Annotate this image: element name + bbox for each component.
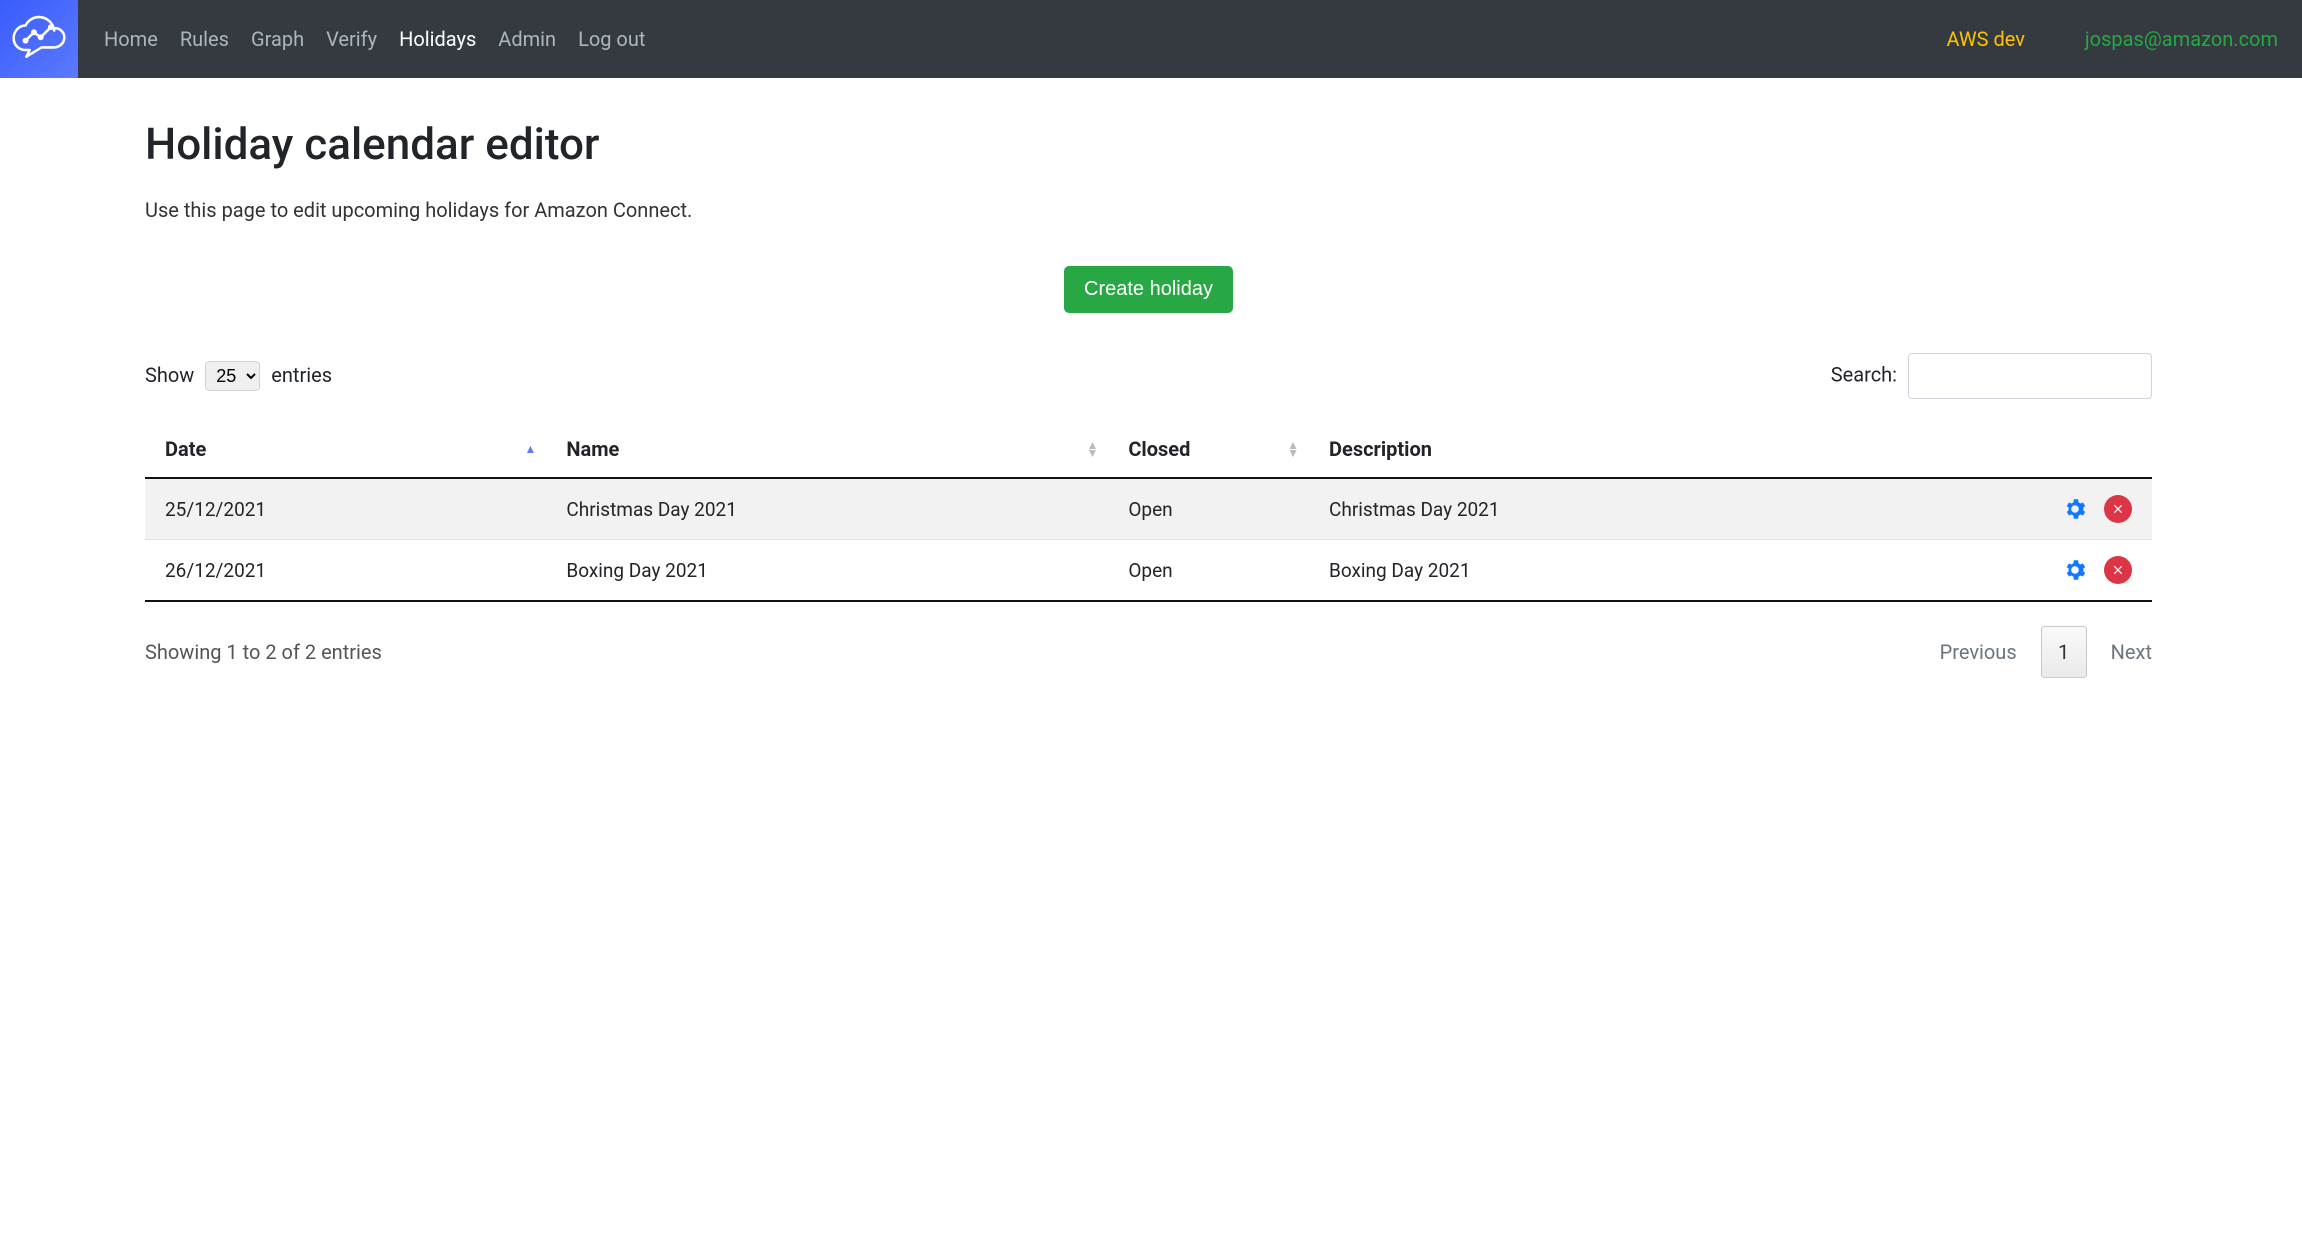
- close-icon: [2111, 502, 2125, 516]
- cell-date: 26/12/2021: [145, 540, 546, 602]
- col-closed[interactable]: Closed ▲▼: [1108, 421, 1309, 478]
- search-input[interactable]: [1908, 353, 2152, 399]
- delete-button[interactable]: [2104, 495, 2132, 523]
- page-subtitle: Use this page to edit upcoming holidays …: [145, 198, 2152, 222]
- nav-right: AWS dev jospas@amazon.com: [1946, 27, 2278, 51]
- col-date-label: Date: [165, 437, 206, 461]
- table-row: 26/12/2021 Boxing Day 2021 Open Boxing D…: [145, 540, 2152, 602]
- cell-date: 25/12/2021: [145, 478, 546, 540]
- edit-button[interactable]: [2061, 495, 2089, 523]
- length-select[interactable]: 25: [205, 361, 260, 391]
- pagination-page-1[interactable]: 1: [2041, 626, 2087, 678]
- cell-description: Christmas Day 2021: [1309, 478, 1991, 540]
- nav-graph[interactable]: Graph: [251, 27, 304, 51]
- cell-name: Boxing Day 2021: [546, 540, 1108, 602]
- table-row: 25/12/2021 Christmas Day 2021 Open Chris…: [145, 478, 2152, 540]
- cell-name: Christmas Day 2021: [546, 478, 1108, 540]
- cell-description: Boxing Day 2021: [1309, 540, 1991, 602]
- create-holiday-button[interactable]: Create holiday: [1064, 266, 1233, 313]
- gear-icon: [2062, 557, 2088, 583]
- nav-home[interactable]: Home: [104, 27, 158, 51]
- page-container: Holiday calendar editor Use this page to…: [0, 78, 2302, 718]
- sort-icon: ▲▼: [1086, 441, 1098, 457]
- table-controls: Show 25 entries Search:: [145, 353, 2152, 399]
- user-label: jospas@amazon.com: [2085, 27, 2278, 51]
- edit-button[interactable]: [2061, 556, 2089, 584]
- page-title: Holiday calendar editor: [145, 118, 2152, 170]
- pagination-prev[interactable]: Previous: [1940, 640, 2017, 664]
- nav-admin[interactable]: Admin: [498, 27, 556, 51]
- sort-asc-icon: ▲: [525, 445, 537, 453]
- gear-icon: [2062, 496, 2088, 522]
- nav-logout[interactable]: Log out: [578, 27, 645, 51]
- search-control: Search:: [1831, 353, 2152, 399]
- navbar: Home Rules Graph Verify Holidays Admin L…: [0, 0, 2302, 78]
- pagination-next[interactable]: Next: [2111, 640, 2152, 664]
- col-name-label: Name: [566, 437, 619, 461]
- cell-closed: Open: [1108, 540, 1309, 602]
- env-label: AWS dev: [1946, 27, 2024, 51]
- length-prefix: Show: [145, 363, 194, 387]
- nav-verify[interactable]: Verify: [326, 27, 377, 51]
- col-closed-label: Closed: [1128, 437, 1190, 461]
- pagination: Previous 1 Next: [1940, 626, 2152, 678]
- cloud-graph-icon: [12, 15, 66, 63]
- col-description[interactable]: Description: [1309, 421, 1991, 478]
- search-label: Search:: [1831, 363, 1897, 387]
- col-date[interactable]: Date ▲: [145, 421, 546, 478]
- brand-logo[interactable]: [0, 0, 78, 78]
- col-name[interactable]: Name ▲▼: [546, 421, 1108, 478]
- delete-button[interactable]: [2104, 556, 2132, 584]
- length-suffix: entries: [271, 363, 332, 387]
- cell-closed: Open: [1108, 478, 1309, 540]
- nav-links: Home Rules Graph Verify Holidays Admin L…: [104, 27, 645, 51]
- sort-icon: ▲▼: [1287, 441, 1299, 457]
- nav-holidays[interactable]: Holidays: [399, 27, 476, 51]
- cell-actions: [1991, 540, 2152, 602]
- col-description-label: Description: [1329, 437, 1432, 461]
- nav-rules[interactable]: Rules: [180, 27, 229, 51]
- table-info: Showing 1 to 2 of 2 entries: [145, 640, 382, 664]
- col-actions: [1991, 421, 2152, 478]
- close-icon: [2111, 563, 2125, 577]
- cell-actions: [1991, 478, 2152, 540]
- length-control: Show 25 entries: [145, 361, 332, 391]
- holidays-table: Date ▲ Name ▲▼ Closed ▲▼ Description: [145, 421, 2152, 602]
- table-footer: Showing 1 to 2 of 2 entries Previous 1 N…: [145, 626, 2152, 678]
